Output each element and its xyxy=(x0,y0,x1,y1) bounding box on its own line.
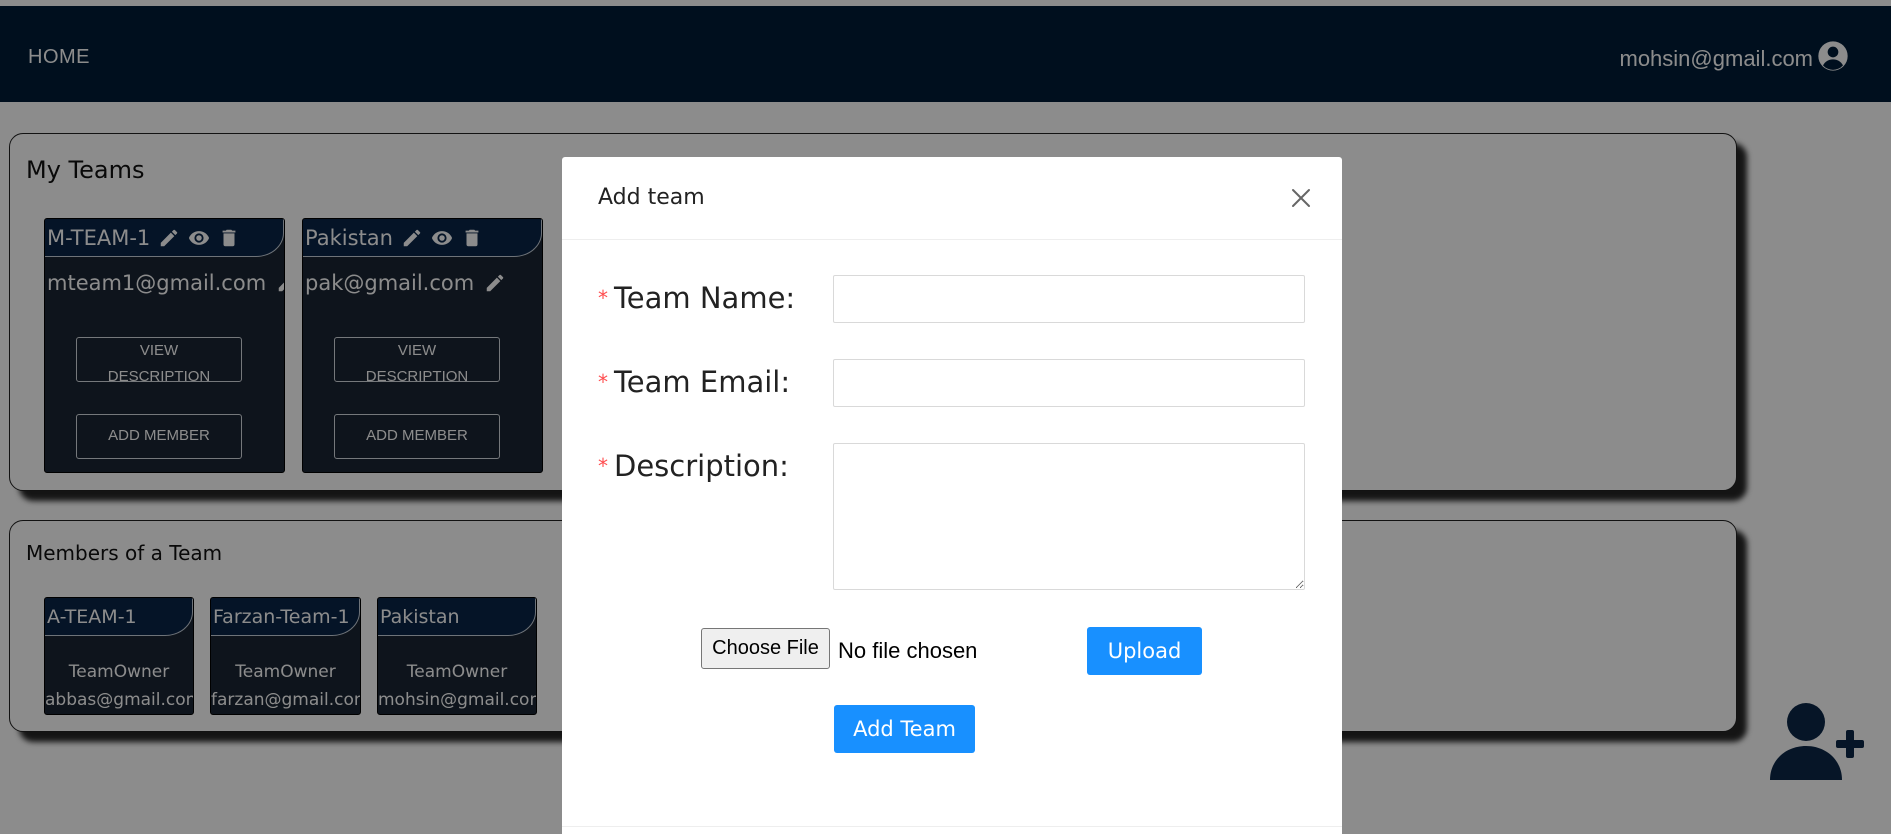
modal-footer-divider xyxy=(562,826,1342,827)
team-name-input[interactable] xyxy=(833,275,1305,323)
team-email-label: * Team Email: xyxy=(598,365,790,399)
upload-button[interactable]: Upload xyxy=(1087,627,1202,675)
modal-title: Add team xyxy=(598,185,705,210)
file-status: No file chosen xyxy=(838,638,978,663)
team-email-label-text: Team Email: xyxy=(614,365,791,399)
close-icon[interactable] xyxy=(1286,183,1316,213)
description-textarea[interactable] xyxy=(833,443,1305,590)
team-email-input[interactable] xyxy=(833,359,1305,407)
description-label-text: Description: xyxy=(614,449,789,483)
required-mark: * xyxy=(598,286,608,310)
add-team-button[interactable]: Add Team xyxy=(834,705,975,753)
description-label: * Description: xyxy=(598,449,789,483)
required-mark: * xyxy=(598,370,608,394)
team-name-label-text: Team Name: xyxy=(614,281,796,315)
add-team-modal: Add team * Team Name: * Team Email: * De… xyxy=(562,157,1342,834)
choose-file-button[interactable]: Choose File xyxy=(701,628,830,669)
team-name-label: * Team Name: xyxy=(598,281,795,315)
required-mark: * xyxy=(598,454,608,478)
modal-header: Add team xyxy=(562,157,1342,240)
